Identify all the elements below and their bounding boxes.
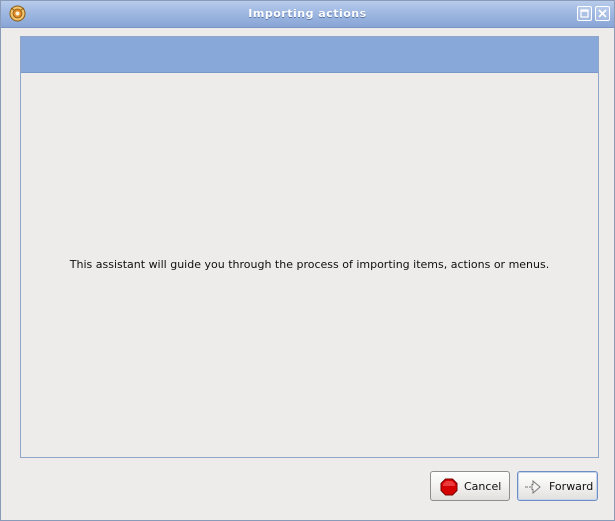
stop-icon	[440, 478, 458, 496]
assistant-page: This assistant will guide you through th…	[20, 36, 599, 458]
maximize-icon[interactable]	[577, 6, 592, 21]
titlebar[interactable]: Importing actions	[1, 1, 614, 28]
page-header-band	[21, 37, 598, 73]
window-title: Importing actions	[248, 7, 367, 20]
cancel-button[interactable]: Cancel	[430, 471, 510, 501]
forward-button[interactable]: Forward	[517, 471, 598, 501]
cancel-button-label: Cancel	[464, 480, 502, 493]
close-icon[interactable]	[595, 6, 610, 21]
intro-message: This assistant will guide you through th…	[69, 258, 550, 271]
forward-button-label: Forward	[549, 480, 594, 493]
forward-arrow-icon	[524, 478, 542, 496]
assistant-window: Importing actions This assistant will gu…	[0, 0, 615, 521]
